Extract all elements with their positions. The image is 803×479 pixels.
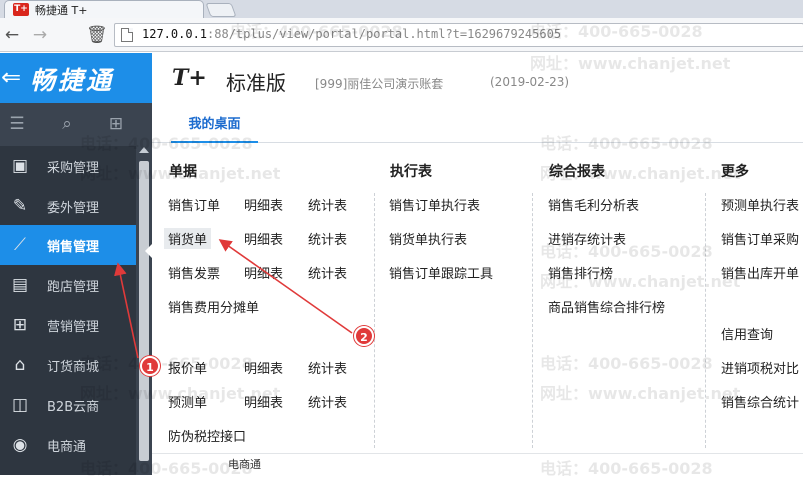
- sidebar: ☰ ⌕ ⊞ ▣ 采购管理 ✎ 委外管理 ⟋ 销售管理 ▤ 跑店管理 ⊞ 营销管理…: [0, 103, 152, 475]
- menu-item-product-ranking[interactable]: 商品销售综合排行榜: [548, 297, 665, 316]
- search-doc-icon[interactable]: ⌕: [56, 113, 78, 135]
- sidebar-scrollbar[interactable]: [136, 143, 152, 475]
- menu-item-anti-counterfeit[interactable]: 防伪税控接口: [168, 426, 246, 445]
- column-divider: [532, 193, 533, 448]
- column-divider: [374, 193, 375, 448]
- bag-icon: ◫: [11, 395, 29, 415]
- menu-item-quotation-stats[interactable]: 统计表: [308, 358, 347, 377]
- menu-item-sales-order-exec[interactable]: 销售订单执行表: [389, 195, 480, 214]
- browser-tabstrip: T+ 畅捷通 T+: [0, 0, 803, 18]
- store-icon: ⌂: [14, 355, 26, 375]
- watermark-phone: 电话：400-665-0028: [230, 22, 403, 41]
- new-tab-button[interactable]: [205, 3, 237, 17]
- outsource-icon: ✎: [12, 196, 28, 216]
- watermark-site: 网址：www.chanjet.net: [80, 384, 281, 403]
- sidebar-item-outsource[interactable]: ✎ 委外管理: [0, 186, 136, 226]
- menu-item-expense-allocation[interactable]: 销售费用分摊单: [168, 297, 259, 316]
- watermark-site: 网址：www.chanjet.net: [80, 164, 281, 183]
- browser-tab[interactable]: T+ 畅捷通 T+: [4, 0, 204, 18]
- menu-item-gross-profit[interactable]: 销售毛利分析表: [548, 195, 639, 214]
- scroll-thumb[interactable]: [139, 161, 149, 461]
- menu-icon[interactable]: ☰: [6, 113, 28, 135]
- watermark-site: 网址：www.chanjet.net: [540, 384, 741, 403]
- menu-item-sales-order-tracking[interactable]: 销售订单跟踪工具: [389, 263, 493, 282]
- sidebar-item-marketing[interactable]: ⊞ 营销管理: [0, 305, 136, 345]
- menu-item-sales-order-detail[interactable]: 明细表: [244, 195, 283, 214]
- watermark-phone: 电话：400-665-0028: [80, 459, 253, 478]
- person-card-icon: ▤: [11, 275, 29, 295]
- back-arrow-icon[interactable]: ←: [2, 25, 22, 45]
- menu-item-delivery-note[interactable]: 销货单: [164, 228, 212, 249]
- watermark-phone: 电话：400-665-0028: [540, 242, 713, 261]
- watermark-site: 网址：www.chanjet.net: [540, 164, 741, 183]
- watermark-phone: 电话：400-665-0028: [80, 354, 253, 373]
- menu-item-sales-order[interactable]: 销售订单: [168, 195, 220, 214]
- menu-item-delivery-note-exec[interactable]: 销货单执行表: [389, 229, 467, 248]
- menu-item-tax-compare[interactable]: 进销项税对比: [721, 358, 799, 377]
- watermark-phone: 电话：400-665-0028: [540, 134, 713, 153]
- menu-item-delivery-note-stats[interactable]: 统计表: [308, 229, 347, 248]
- company-name[interactable]: [999]丽佳公司演示账套: [315, 75, 443, 92]
- column-divider: [705, 193, 706, 448]
- menu-item-sales-order-stats[interactable]: 统计表: [308, 195, 347, 214]
- menu-item-forecast-stats[interactable]: 统计表: [308, 392, 347, 411]
- sidebar-item-sales[interactable]: ⟋ 销售管理: [0, 225, 138, 265]
- watermark-phone: 电话：400-665-0028: [540, 354, 713, 373]
- sales-menu-panel: 单据 执行表 综合报表 更多 销售订单 明细表 统计表 销货单 明细表 统计表 …: [152, 143, 803, 475]
- page-icon: [121, 28, 133, 42]
- ecommerce-icon: ◉: [12, 435, 28, 455]
- login-date: (2019-02-23): [490, 75, 570, 89]
- menu-item-credit-query[interactable]: 信用查询: [721, 324, 773, 343]
- annotation-badge-2: 2: [354, 326, 374, 346]
- watermark-phone: 电话：400-665-0028: [530, 22, 703, 41]
- collapse-arrow-icon[interactable]: ⇐: [0, 63, 22, 91]
- forward-arrow-icon[interactable]: →: [30, 25, 50, 45]
- product-name: 标准版: [226, 71, 286, 95]
- menu-item-sales-invoice-detail[interactable]: 明细表: [244, 263, 283, 282]
- cart-icon: ▣: [11, 156, 29, 176]
- menu-item-forecast-exec[interactable]: 预测单执行表: [721, 195, 799, 214]
- grid-icon: ⊞: [12, 315, 28, 335]
- annotation-badge-1: 1: [140, 356, 160, 376]
- tab-title: 畅捷通 T+: [35, 4, 88, 17]
- watermark-phone: 电话：400-665-0028: [540, 459, 713, 478]
- logo-bar: ⇐ 畅捷通: [0, 53, 152, 103]
- chart-icon: ⟋: [14, 235, 26, 255]
- product-mark: T+: [172, 65, 207, 91]
- watermark-phone: 电话：400-665-0028: [80, 134, 253, 153]
- menu-item-delivery-note-detail[interactable]: 明细表: [244, 229, 283, 248]
- trash-icon[interactable]: 🗑: [86, 25, 108, 45]
- favicon-icon: T+: [13, 3, 29, 16]
- watermark-site: 网址：www.chanjet.net: [530, 54, 731, 73]
- sidebar-item-store-visit[interactable]: ▤ 跑店管理: [0, 265, 136, 305]
- brand-logo: 畅捷通: [30, 66, 115, 95]
- watermark-site: 网址：www.chanjet.net: [540, 272, 741, 291]
- menu-item-sales-invoice[interactable]: 销售发票: [168, 263, 220, 282]
- menu-item-sales-invoice-stats[interactable]: 统计表: [308, 263, 347, 282]
- column-header-execution: 执行表: [390, 164, 432, 180]
- menu-item-sales-order-purchase[interactable]: 销售订单采购: [721, 229, 799, 248]
